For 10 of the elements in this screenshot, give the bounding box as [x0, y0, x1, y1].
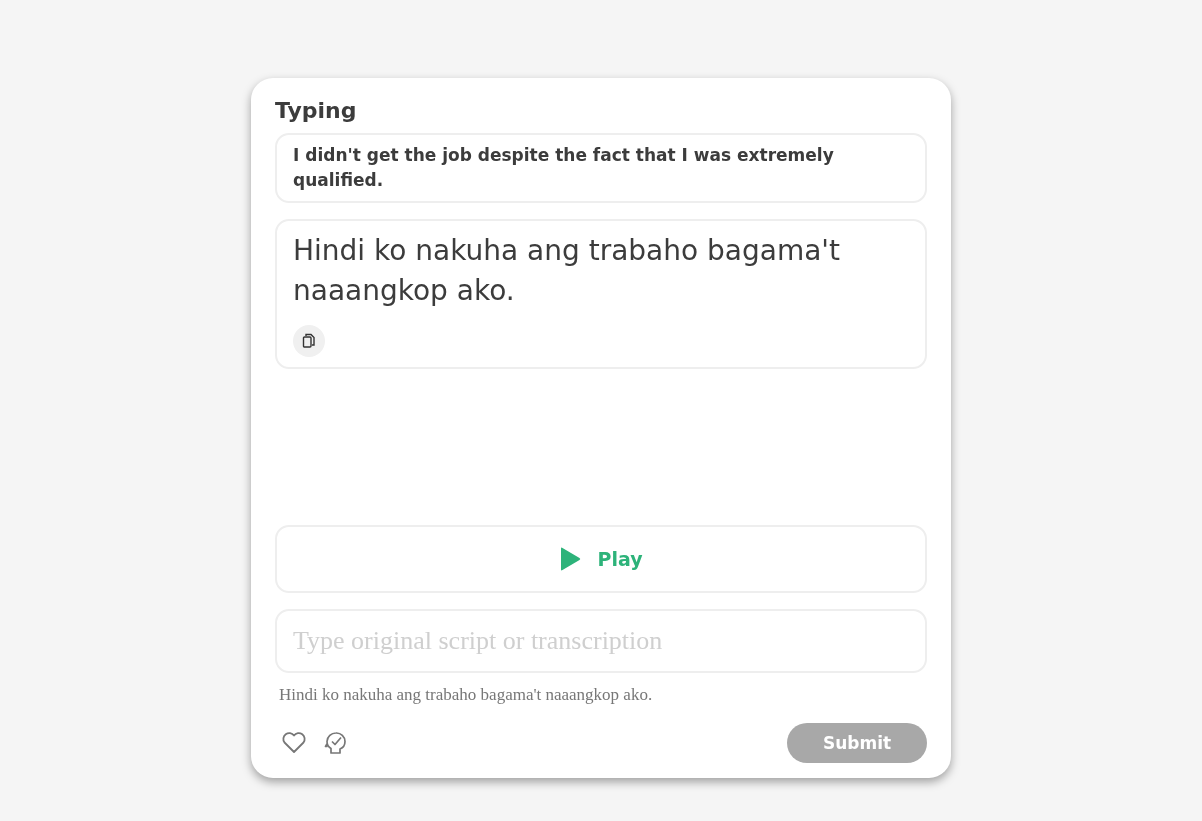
- copy-button[interactable]: [293, 325, 325, 357]
- exercise-title: Typing: [275, 98, 358, 123]
- play-icon: [559, 547, 582, 571]
- head-check-icon[interactable]: [323, 730, 349, 756]
- heart-icon[interactable]: [281, 731, 307, 755]
- translation-text: Hindi ko nakuha ang trabaho bagama't naaangkop ako.: [293, 233, 841, 309]
- copy-icon: [302, 333, 316, 349]
- hint-text: Hindi ko nakuha ang trabaho bagama't naaangkop ako.: [279, 685, 654, 705]
- play-button[interactable]: Play: [275, 525, 927, 593]
- source-sentence: I didn't get the job despite the fact that I was extremely qualified.: [275, 133, 927, 203]
